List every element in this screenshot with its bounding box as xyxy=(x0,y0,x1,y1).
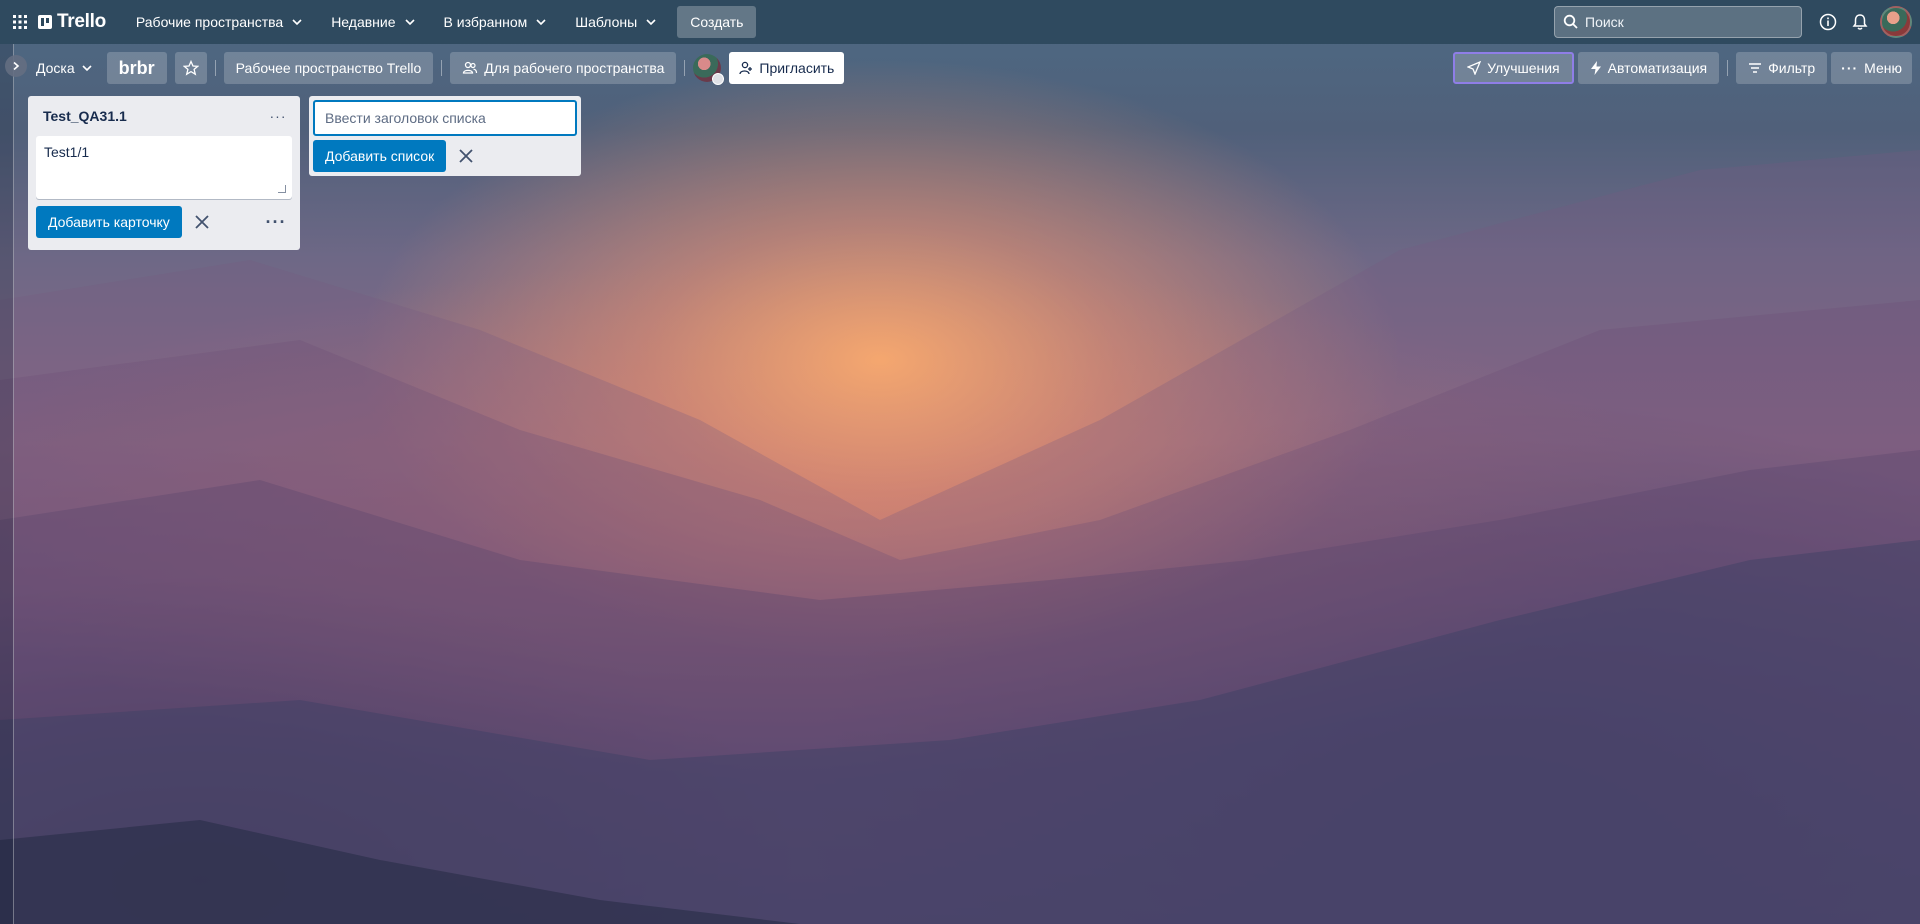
invite-label: Пригласить xyxy=(759,60,835,76)
trello-logo-text: Trello xyxy=(57,11,106,32)
nav-recent-menu[interactable]: Недавние xyxy=(319,6,427,38)
nav-templates-menu[interactable]: Шаблоны xyxy=(563,6,669,38)
board-menu-button[interactable]: ··· Меню xyxy=(1831,52,1912,84)
close-icon[interactable] xyxy=(450,140,482,172)
account-avatar[interactable] xyxy=(1880,6,1912,38)
divider xyxy=(684,60,686,76)
visibility-label: Для рабочего пространства xyxy=(484,60,665,76)
invite-button[interactable]: Пригласить xyxy=(729,52,845,84)
add-card-button[interactable]: Добавить карточку xyxy=(36,206,182,238)
card-options-icon[interactable]: ··· xyxy=(260,206,292,238)
add-list-button[interactable]: Добавить список xyxy=(313,140,447,172)
top-navigation: Trello Рабочие пространства Недавние В и… xyxy=(0,0,1920,44)
upgrade-button[interactable]: Улучшения xyxy=(1453,52,1574,84)
people-icon xyxy=(463,61,478,74)
search-box[interactable] xyxy=(1554,6,1802,38)
board-name[interactable]: brbr xyxy=(106,52,167,84)
star-icon xyxy=(182,60,199,76)
board-header: Доска brbr Рабочее пространство Trello Д… xyxy=(0,44,1920,92)
list-title[interactable]: Test_QA31.1 xyxy=(43,108,127,124)
board-menu-label: Меню xyxy=(1864,60,1902,76)
chevron-down-icon xyxy=(82,65,92,72)
add-list-controls: Добавить список xyxy=(313,140,577,172)
search-icon xyxy=(1563,14,1578,29)
lightning-icon xyxy=(1590,61,1601,75)
list-actions-icon[interactable]: ··· xyxy=(264,102,292,130)
nav-menu-label: Недавние xyxy=(331,14,396,30)
nav-menu-label: Рабочие пространства xyxy=(135,14,284,30)
resize-handle-icon[interactable] xyxy=(278,185,286,193)
trello-logo[interactable]: Trello xyxy=(38,11,106,33)
filter-button[interactable]: Фильтр xyxy=(1736,52,1828,84)
nav-workspaces-menu[interactable]: Рабочие пространства xyxy=(124,6,315,38)
list-header: Test_QA31.1 ··· xyxy=(28,96,300,136)
chevron-down-icon xyxy=(404,19,415,26)
card-composer-controls: Добавить карточку ··· xyxy=(28,199,300,245)
app-switcher-icon[interactable] xyxy=(8,10,32,34)
nav-menu-label: Шаблоны xyxy=(575,14,638,30)
star-board-button[interactable] xyxy=(174,52,207,84)
admin-badge-icon xyxy=(712,73,725,85)
divider xyxy=(441,60,443,76)
chevron-down-icon xyxy=(292,19,302,26)
add-person-icon xyxy=(739,61,753,75)
list-title-input[interactable] xyxy=(313,100,577,136)
upgrade-label: Улучшения xyxy=(1487,60,1560,76)
automation-label: Автоматизация xyxy=(1607,60,1708,76)
member-avatar[interactable] xyxy=(693,54,725,85)
filter-icon xyxy=(1749,63,1762,73)
create-button[interactable]: Создать xyxy=(677,6,757,38)
sidebar-expand-button[interactable] xyxy=(5,55,27,77)
sidebar-collapsed-edge xyxy=(0,44,14,924)
divider xyxy=(1727,60,1729,76)
notifications-bell-icon[interactable] xyxy=(1844,6,1876,38)
divider xyxy=(214,60,216,76)
add-list-composer: Добавить список xyxy=(309,96,581,176)
more-horizontal-icon: ··· xyxy=(1841,60,1859,76)
filter-label: Фильтр xyxy=(1768,60,1816,76)
card-composer: Test1/1 xyxy=(36,136,292,199)
visibility-button[interactable]: Для рабочего пространства xyxy=(450,52,677,84)
close-icon[interactable] xyxy=(186,206,218,238)
info-icon[interactable] xyxy=(1812,6,1844,38)
nav-starred-menu[interactable]: В избранном xyxy=(432,6,560,38)
board-view-label: Доска xyxy=(36,60,75,76)
automation-button[interactable]: Автоматизация xyxy=(1577,52,1720,84)
chevron-down-icon xyxy=(536,19,546,26)
rocket-icon xyxy=(1467,61,1482,75)
card-title-input[interactable]: Test1/1 xyxy=(44,144,284,190)
list-column: Test_QA31.1 ··· Test1/1 Добавить карточк… xyxy=(28,96,300,250)
chevron-right-icon xyxy=(13,61,20,71)
trello-logo-icon xyxy=(38,15,52,29)
search-input[interactable] xyxy=(1585,14,1785,30)
nav-menu-label: В избранном xyxy=(443,14,528,30)
chevron-down-icon xyxy=(646,19,656,26)
workspace-button[interactable]: Рабочее пространство Trello xyxy=(223,52,434,84)
board-view-switcher[interactable]: Доска xyxy=(26,52,103,84)
